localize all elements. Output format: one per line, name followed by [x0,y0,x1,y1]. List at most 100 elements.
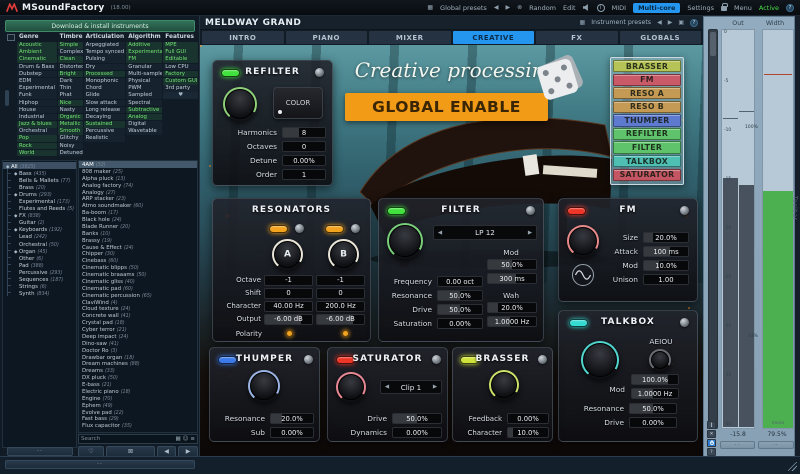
tree-item[interactable]: ◆Strings(6) [3,282,76,289]
instrument-list-item[interactable]: Blade Runner(20) [79,223,197,230]
arrow-right-icon[interactable]: ▶ [524,230,536,236]
filter-tag[interactable]: Additive [126,42,162,49]
filter-tag[interactable]: EDM [17,78,57,85]
filter-tag[interactable]: Decaying [84,114,126,121]
filter-tag[interactable]: Physical [126,78,162,85]
filter-tag[interactable]: Clean [58,56,83,63]
filter-tag[interactable]: Rock [17,143,57,150]
output-gain-slider[interactable] [708,29,718,429]
wah-value-field[interactable]: 1.0000 Hz [487,316,537,327]
next-preset-icon[interactable]: ▶ [505,4,510,11]
param-value-field[interactable]: 0.00% [282,155,326,166]
tree-expander-icon[interactable]: ◆ [14,249,19,256]
instrument-list-item[interactable]: Engine(70) [79,395,197,402]
settings-button[interactable]: Settings [687,4,714,12]
tree-expander-icon[interactable]: ◆ [14,227,19,234]
filter-tag[interactable]: Metallic [58,121,83,128]
param-value-field-b[interactable]: -6.00 dB [316,314,365,325]
help-icon[interactable]: ? [786,4,794,12]
filter-tag[interactable]: Funk [17,92,57,99]
filter-tag[interactable]: World [17,150,57,157]
filter-tag[interactable]: Analog [126,114,162,121]
module-toggle-button[interactable]: TALKBOX [613,155,681,167]
tree-item[interactable]: ◆Synth(834) [3,289,76,296]
module-toggle-button[interactable]: THUMPER [613,114,681,126]
mod-value-field[interactable]: 300 ms [487,273,537,284]
keyboard-icon[interactable]: ▦ [175,436,180,442]
filter-tag[interactable]: Monophonic [84,78,126,85]
instrument-list-item[interactable]: Cyber terror(21) [79,326,197,333]
tree-collapse-button[interactable]: ·· [7,447,73,456]
filter-tag[interactable]: Factory [163,71,198,78]
module-toggle-button[interactable]: RESO A [613,87,681,99]
brasser-knob[interactable] [489,370,519,400]
list-menu-icon[interactable]: ≡ [190,436,195,442]
instrument-list-item[interactable]: ClaviWind(4) [79,299,197,306]
param-value-field[interactable]: 50.0% [629,403,677,414]
tree-item[interactable]: ◆Orchestral(50) [3,240,76,247]
param-value-field[interactable]: 8 [282,127,326,138]
tree-item[interactable]: ◆Pad(388) [3,261,76,268]
filter-tag[interactable]: Tempo synced [84,49,126,56]
talkbox-knob[interactable] [581,341,619,379]
filter-tag[interactable]: Complex [58,49,83,56]
instrument-list-item[interactable]: Cinematic gliss(40) [79,278,197,285]
preset-sphere-icon[interactable] [315,68,324,77]
page-tab[interactable]: INTRO [202,31,284,44]
filter-checkbox[interactable] [7,34,15,41]
instrument-list-item[interactable]: E-bass(21) [79,381,197,388]
instrument-list-item[interactable]: Dream machines(88) [79,360,197,367]
sidebar-collapse-button[interactable]: ·· [5,460,195,469]
instrument-list-item[interactable]: Crystal pad(18) [79,319,197,326]
tree-item[interactable]: ◆Organ(45) [3,247,76,254]
menu-button[interactable]: Menu [734,4,752,12]
module-toggle-button[interactable]: SATURATOR [613,169,681,181]
param-value-field[interactable]: 1 [282,169,326,180]
arrow-left-icon[interactable]: ◀ [381,384,393,390]
param-value-field[interactable]: 10.0% [643,260,689,271]
aeiou-knob[interactable] [649,349,671,371]
instrument-list-item[interactable]: Ba-boom(17) [79,209,197,216]
mod-value-field[interactable]: 50.0% [487,259,537,270]
param-value-field[interactable]: 50.0% [392,413,442,424]
preset-sphere-icon[interactable] [351,224,360,233]
filter-type-dropdown[interactable]: ◀LP 12▶ [433,225,537,240]
filter-tag[interactable]: Thin [58,85,83,92]
filter-tag[interactable]: Acoustic [17,42,57,49]
page-tab[interactable]: FX [536,31,618,44]
filter-tag[interactable]: Hiphop [17,100,57,107]
preset-sphere-icon[interactable] [538,355,547,364]
param-value-field[interactable]: 0.00% [270,427,314,438]
tree-item[interactable]: ◆Brass(20) [3,183,76,190]
instrument-presets-button[interactable]: Instrument presets [591,19,651,26]
filter-tag[interactable]: Glide [84,92,126,99]
dice-icon[interactable] [530,53,588,105]
saturator-knob[interactable] [336,372,366,402]
param-value-field-a[interactable]: 0 [264,288,313,299]
filter-tag[interactable]: Experimental [126,49,162,56]
filter-tag[interactable]: MPE [163,42,198,49]
instrument-list-item[interactable]: Fast bass(29) [79,415,197,422]
filter-tag[interactable]: Ambient [17,49,57,56]
filter-tag[interactable]: Industrial [17,114,57,121]
pause-icon[interactable]: ∥ [707,421,716,429]
wah-value-field[interactable]: 20.0% [487,302,537,313]
instrument-list-item[interactable]: Flux capacitor(35) [79,422,197,429]
help-icon[interactable]: ? [707,448,716,456]
tree-expander-icon[interactable]: ◆ [14,171,19,178]
param-value-field[interactable]: 0.00% [437,318,483,329]
filter-tag[interactable]: Dubstep [17,71,57,78]
global-enable-button[interactable]: GLOBAL ENABLE [345,93,548,121]
instrument-list-item[interactable]: Cinematic braaams(50) [79,271,197,278]
speaker-icon[interactable] [583,4,590,11]
polarity-b-toggle[interactable] [342,330,349,337]
page-tab[interactable]: PIANO [286,31,368,44]
filter-tag[interactable]: Pop [17,135,57,142]
param-value-field[interactable]: 0.00% [392,427,442,438]
filter-tag[interactable]: Processed [84,71,126,78]
filter-tag[interactable]: Smooth [58,128,83,135]
preset-sphere-icon[interactable] [432,355,441,364]
instrument-list-item[interactable]: Analogy(27) [79,189,197,196]
filter-tag[interactable]: Noisy [58,143,83,150]
filter-tag[interactable]: Sustained [84,121,126,128]
